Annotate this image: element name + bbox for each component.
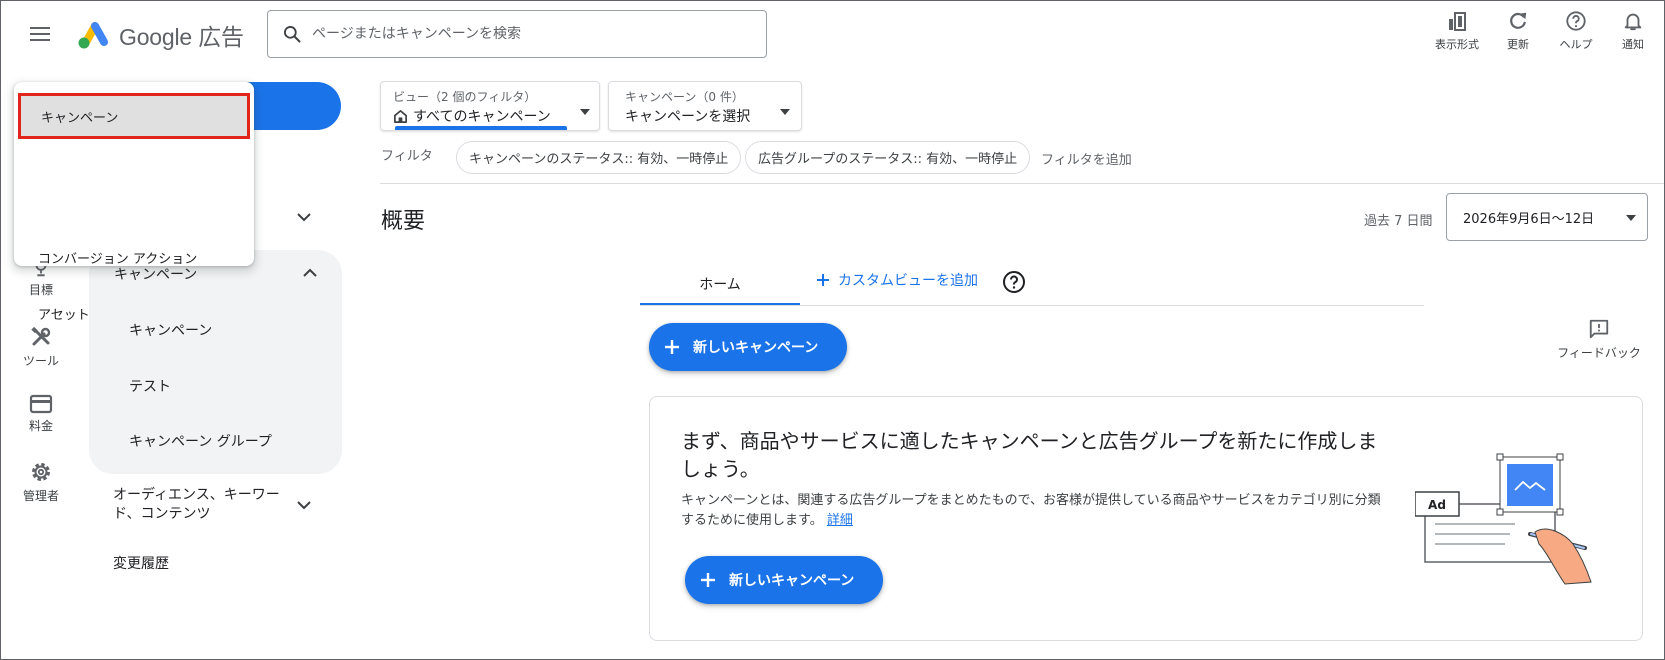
filter-chip-adgroup-status[interactable]: 広告グループのステータス:: 有効、一時停止	[745, 141, 1031, 174]
rail-label-admin: 管理者	[22, 489, 59, 503]
card-description-text: キャンペーンとは、関連する広告グループをまとめたもので、お客様が提供している商品…	[681, 493, 1381, 528]
campaign-selector-caption: キャンペーン（0 件）	[625, 90, 744, 104]
plus-icon	[701, 573, 715, 587]
refresh-button[interactable]: 更新	[1493, 8, 1543, 54]
nav-section-toggle[interactable]	[296, 208, 312, 227]
dropdown-item-assets-label: アセット	[38, 307, 90, 323]
view-selector-caption: ビュー（2 個のフィルタ）	[393, 90, 537, 104]
view-format-button[interactable]: 表示形式	[1421, 8, 1493, 54]
card-description: キャンペーンとは、関連する広告グループをまとめたもので、お客様が提供している商品…	[681, 491, 1381, 531]
google-ads-logo-icon	[78, 22, 108, 49]
chevron-up-icon	[303, 268, 317, 277]
campaign-illustration: Ad	[1415, 453, 1592, 585]
nav-item-campaign-groups[interactable]: キャンペーン グループ	[129, 431, 272, 451]
add-custom-view-button[interactable]: カスタムビューを追加	[816, 270, 978, 290]
feedback-label: フィードバック	[1557, 346, 1641, 360]
custom-view-help[interactable]	[1002, 270, 1026, 298]
google-ads-logo[interactable]: Google 広告	[76, 18, 244, 52]
bell-icon	[1624, 13, 1642, 31]
home-icon	[394, 109, 407, 123]
chevron-down-icon	[297, 213, 311, 222]
illustration-ad-label: Ad	[1428, 498, 1446, 512]
feedback-icon	[1589, 319, 1609, 339]
caret-down-icon	[779, 101, 791, 120]
credit-card-icon	[29, 394, 53, 414]
date-range-label: 過去 7 日間	[1364, 214, 1433, 229]
chevron-down-icon	[297, 501, 311, 510]
get-started-card: まず、商品やサービスに適したキャンペーンと広告グループを新たに作成しましょう。 …	[649, 396, 1643, 641]
view-selector[interactable]: ビュー（2 個のフィルタ） すべてのキャンペーン	[380, 81, 600, 131]
gear-icon	[32, 463, 50, 481]
nav-audience-toggle[interactable]	[296, 496, 312, 515]
help-button[interactable]: ヘルプ	[1543, 8, 1609, 54]
nav-group-campaigns: キャンペーン キャンペーン テスト キャンペーン グループ	[89, 250, 342, 474]
new-campaign-button[interactable]: 新しいキャンペーン	[649, 323, 847, 371]
nav-group-collapse[interactable]	[302, 264, 318, 283]
rail-item-billing[interactable]: 料金	[6, 394, 76, 434]
refresh-label: 更新	[1507, 38, 1529, 51]
header-actions: 表示形式 更新 ヘルプ 通知	[1421, 8, 1657, 54]
new-campaign-card-button[interactable]: 新しいキャンペーン	[685, 556, 883, 604]
dropdown-item-conversion-action[interactable]: コンバージョン アクション	[14, 233, 254, 281]
logo-text: Google 広告	[119, 24, 244, 50]
search-input[interactable]	[312, 26, 752, 42]
view-selector-underline	[395, 126, 567, 130]
nav-item-audience[interactable]: オーディエンス、キーワード、コンテンツ	[113, 486, 293, 524]
help-label: ヘルプ	[1559, 38, 1593, 51]
campaign-selector[interactable]: キャンペーン（0 件） キャンペーンを選択	[608, 81, 802, 131]
refresh-icon	[1510, 12, 1527, 29]
nav-item-experiments[interactable]: テスト	[129, 376, 171, 396]
main-menu-button[interactable]	[26, 22, 54, 46]
view-format-label: 表示形式	[1435, 38, 1479, 51]
dropdown-item-conversion-action-label: コンバージョン アクション	[38, 251, 198, 267]
caret-down-icon	[579, 101, 591, 120]
rail-item-admin[interactable]: 管理者	[6, 460, 76, 504]
tabs-divider	[640, 305, 1424, 306]
plus-icon	[817, 274, 829, 286]
nav-item-change-history[interactable]: 変更履歴	[113, 553, 169, 573]
new-campaign-label: 新しいキャンペーン	[693, 340, 819, 356]
search-icon	[284, 26, 301, 43]
dropdown-item-assets[interactable]: アセット	[14, 289, 254, 337]
rail-label-billing: 料金	[28, 419, 53, 433]
campaign-selector-value: キャンペーンを選択	[625, 109, 751, 125]
hamburger-icon	[30, 27, 50, 41]
help-icon	[1003, 271, 1025, 293]
add-custom-view-label: カスタムビューを追加	[838, 273, 978, 289]
tab-home-label: ホーム	[699, 277, 741, 293]
dropdown-item-campaign[interactable]: キャンペーン	[18, 93, 250, 139]
divider	[380, 183, 1665, 184]
card-title: まず、商品やサービスに適したキャンペーンと広告グループを新たに作成しましょう。	[681, 429, 1378, 481]
notifications-button[interactable]: 通知	[1609, 8, 1657, 54]
page-title: 概要	[381, 209, 426, 234]
filter-label: フィルタ	[381, 149, 433, 164]
tab-home[interactable]: ホーム	[640, 260, 800, 305]
feedback-button[interactable]: フィードバック	[1554, 318, 1644, 361]
date-range-selector[interactable]: 2026年9月6日～12日	[1446, 193, 1648, 241]
help-icon	[1566, 11, 1586, 31]
filter-chip-campaign-status[interactable]: キャンペーンのステータス:: 有効、一時停止	[456, 141, 742, 174]
plus-icon	[665, 340, 679, 354]
notifications-label: 通知	[1622, 38, 1644, 51]
view-format-icon	[1449, 12, 1466, 31]
learn-more-link[interactable]: 詳細	[827, 513, 853, 528]
search-box[interactable]	[267, 10, 767, 58]
add-filter-link[interactable]: フィルタを追加	[1041, 149, 1132, 168]
rail-label-tools: ツール	[22, 354, 59, 368]
view-selector-text: すべてのキャンペーン	[413, 109, 551, 125]
date-range-value: 2026年9月6日～12日	[1463, 211, 1595, 227]
create-dropdown-menu: キャンペーン コンバージョン アクション アセット	[14, 82, 254, 323]
new-campaign-card-label: 新しいキャンペーン	[729, 573, 855, 589]
view-selector-value: すべてのキャンペーン	[393, 106, 551, 126]
caret-down-icon	[1625, 211, 1637, 226]
